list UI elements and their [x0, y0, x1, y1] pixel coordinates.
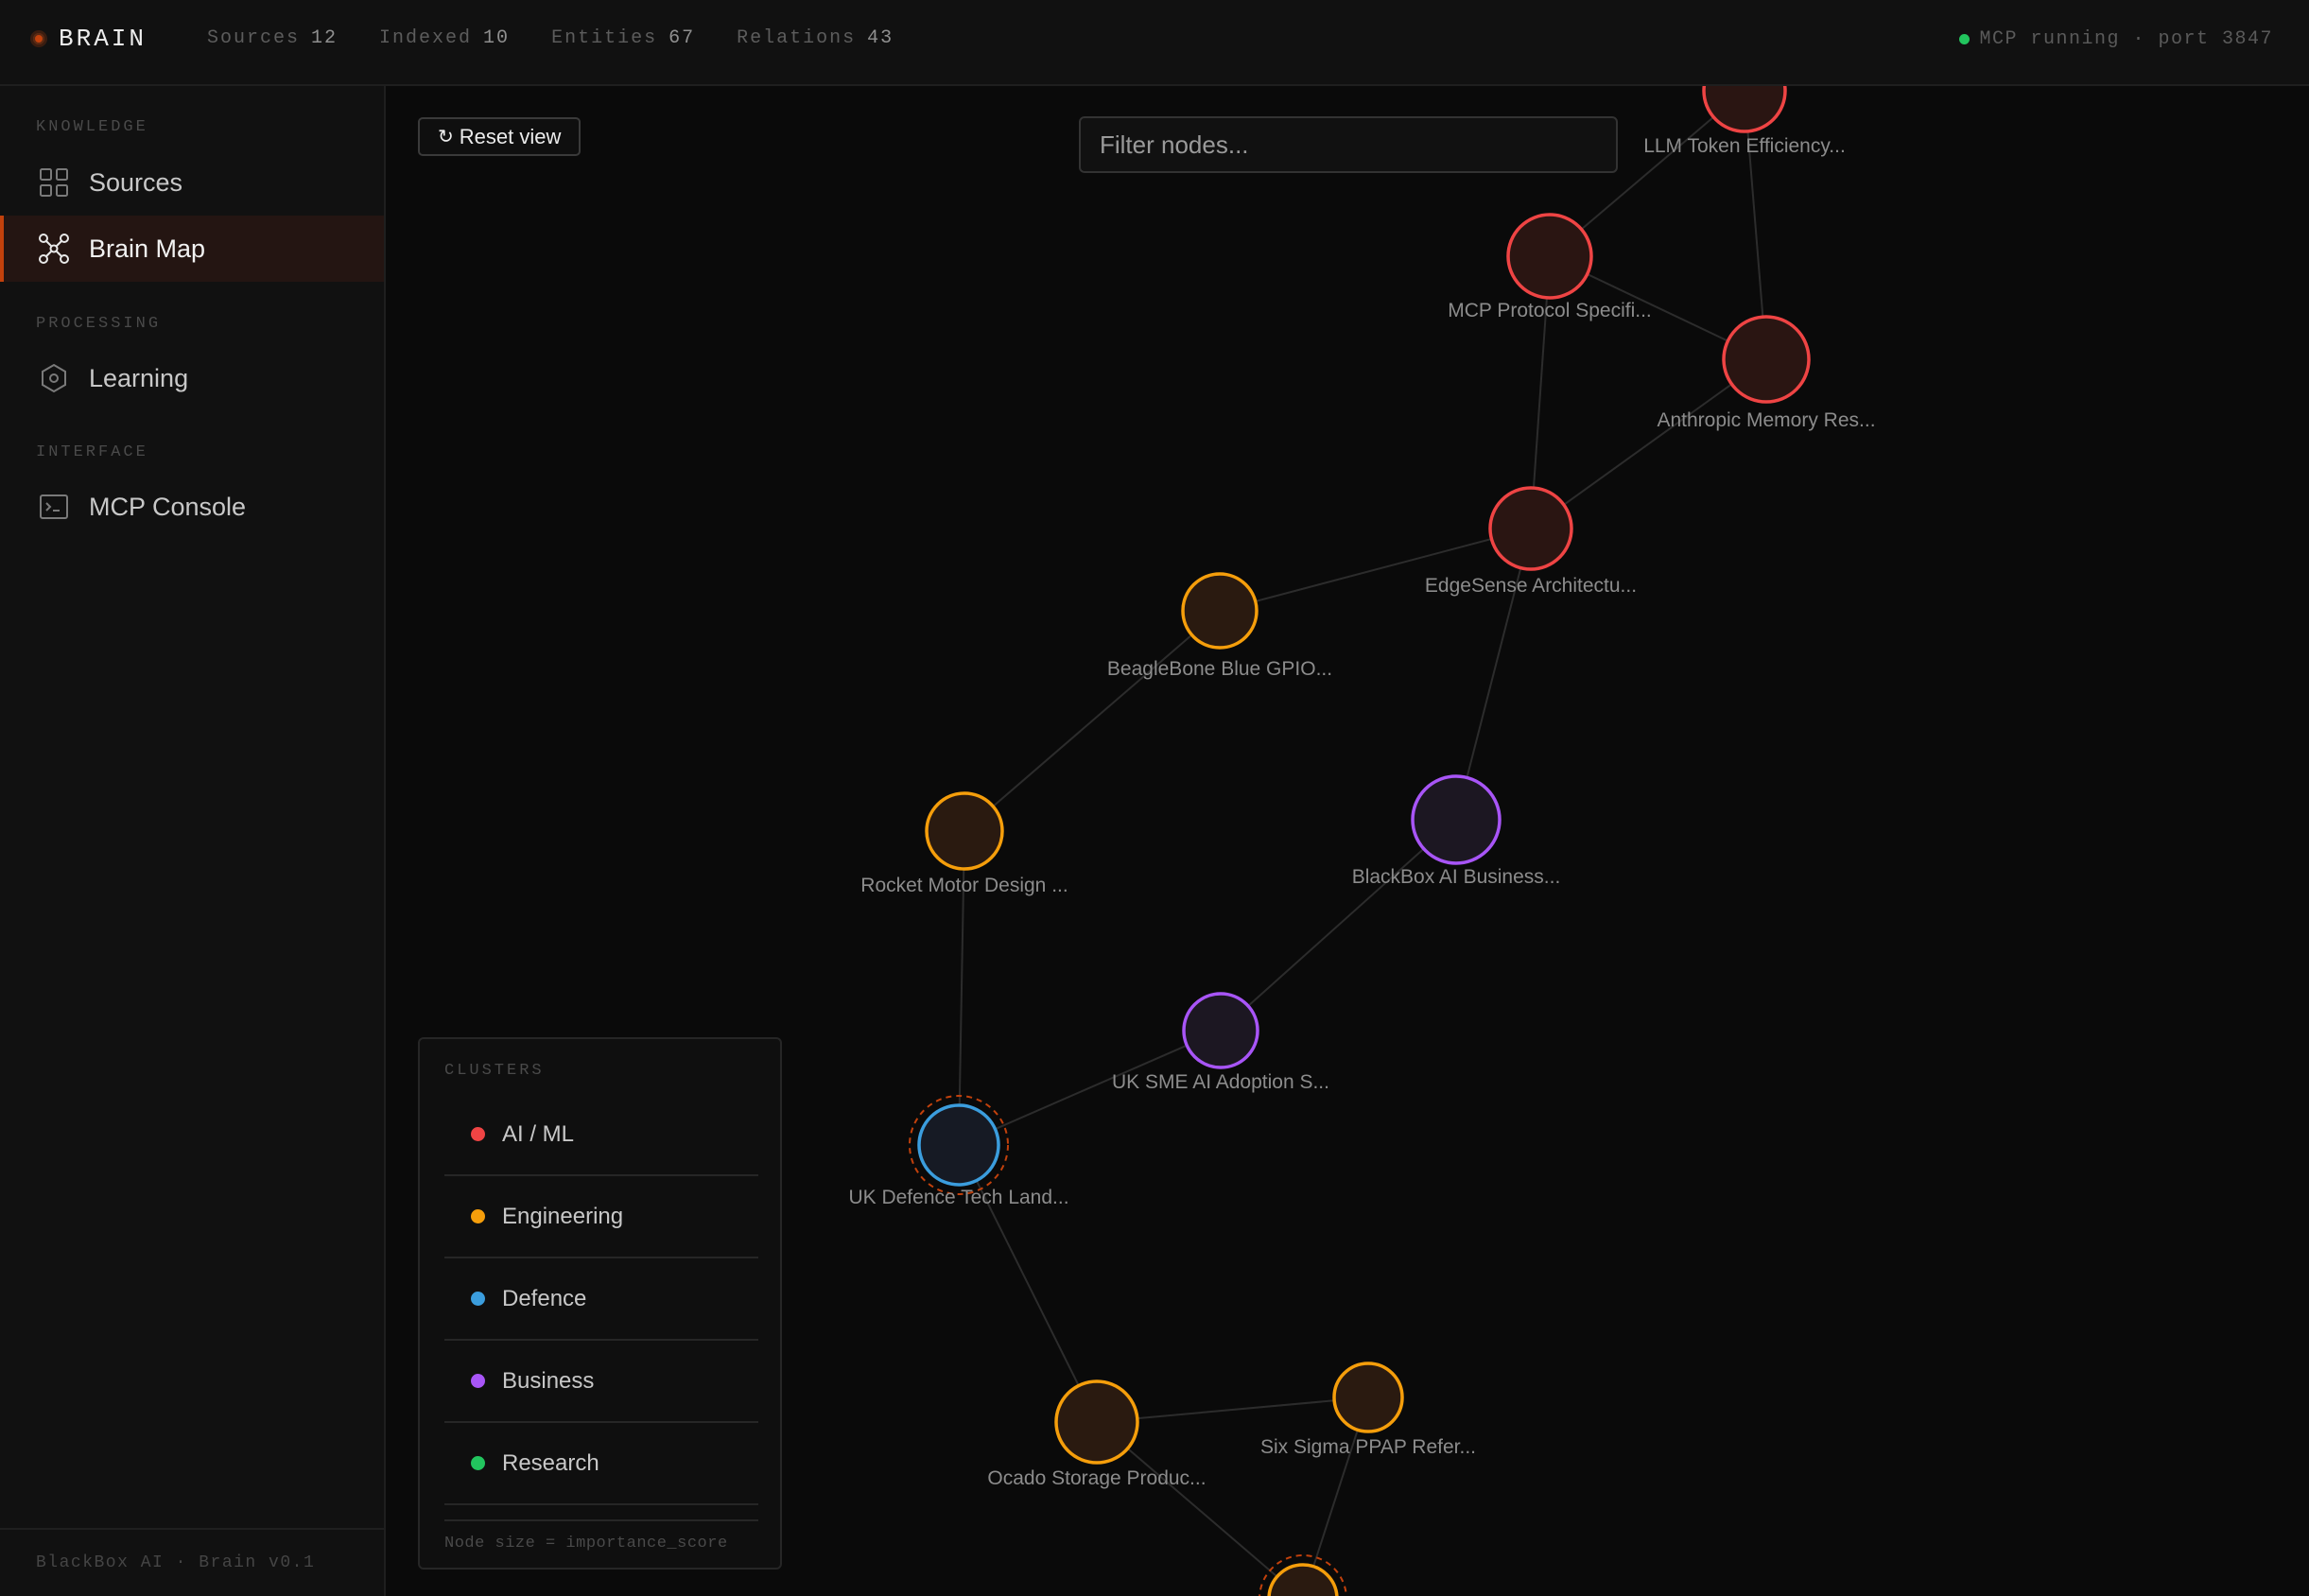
- brand[interactable]: BRAIN: [30, 25, 147, 53]
- cluster-dot-icon: [471, 1374, 485, 1388]
- grid-icon: [38, 166, 70, 199]
- cluster-dot-icon: [471, 1209, 485, 1223]
- brain-map-canvas[interactable]: LLM Token Efficiency... MCP Protocol Spec…: [388, 86, 2309, 1596]
- node-circle[interactable]: [917, 1103, 1000, 1187]
- cluster-dot-icon: [471, 1456, 485, 1470]
- stat-entities: Entities 67: [551, 27, 696, 49]
- node-circle[interactable]: [1054, 1379, 1139, 1465]
- section-label-processing: PROCESSING: [36, 315, 162, 333]
- graph-node[interactable]: Six Sigma PPAP Refer...: [1260, 1362, 1476, 1458]
- legend-title: CLUSTERS: [444, 1062, 545, 1080]
- filter-nodes-input[interactable]: [1079, 116, 1618, 173]
- graph-node[interactable]: MCP Protocol Specifi...: [1448, 213, 1652, 321]
- legend-item-business[interactable]: Business: [444, 1341, 758, 1423]
- node-label: Six Sigma PPAP Refer...: [1260, 1436, 1476, 1458]
- node-label: MCP Protocol Specifi...: [1448, 300, 1652, 321]
- stat-indexed: Indexed 10: [379, 27, 511, 49]
- legend-item-research[interactable]: Research: [444, 1423, 758, 1505]
- node-circle[interactable]: [1411, 774, 1502, 865]
- brand-logo-icon: [30, 30, 47, 47]
- sidebar-item-label: Learning: [89, 363, 189, 392]
- graph-node[interactable]: [1259, 1554, 1347, 1596]
- node-label: UK SME AI Adoption S...: [1112, 1071, 1329, 1093]
- node-label: Rocket Motor Design ...: [860, 875, 1068, 896]
- hexagon-icon: [38, 362, 70, 394]
- sidebar-item-mcp-console[interactable]: MCP Console: [0, 474, 384, 540]
- cluster-dot-icon: [471, 1292, 485, 1306]
- sidebar-item-sources[interactable]: Sources: [0, 149, 384, 216]
- mcp-status: MCP running · port 3847: [1959, 28, 2273, 50]
- node-circle[interactable]: [1722, 315, 1811, 404]
- sidebar-item-label: Sources: [89, 167, 183, 197]
- legend-item-engineering[interactable]: Engineering: [444, 1176, 758, 1258]
- network-icon: [38, 233, 70, 265]
- stat-sources: Sources 12: [207, 27, 339, 49]
- node-circle[interactable]: [1488, 486, 1573, 571]
- graph-node[interactable]: Ocado Storage Produc...: [987, 1379, 1207, 1489]
- stats-bar: Sources 12 Indexed 10 Entities 67 Relations…: [207, 27, 894, 49]
- legend-item-ai-ml[interactable]: AI / ML: [444, 1094, 758, 1176]
- graph-node[interactable]: UK SME AI Adoption S...: [1112, 992, 1329, 1093]
- node-circle[interactable]: [1506, 213, 1593, 300]
- graph-edge: [1220, 819, 1457, 1032]
- graph-node[interactable]: LLM Token Efficiency...: [1643, 86, 1846, 157]
- sidebar-footer: BlackBox AI · Brain v0.1: [0, 1528, 384, 1596]
- node-label: Ocado Storage Produc...: [987, 1467, 1206, 1489]
- graph-node[interactable]: BlackBox AI Business...: [1352, 774, 1561, 888]
- terminal-icon: [38, 491, 70, 523]
- legend-item-defence[interactable]: Defence: [444, 1258, 758, 1341]
- stat-relations: Relations 43: [737, 27, 894, 49]
- graph-node[interactable]: Anthropic Memory Res...: [1657, 315, 1876, 431]
- sidebar-item-label: Brain Map: [89, 234, 206, 263]
- node-circle[interactable]: [1332, 1362, 1404, 1433]
- graph-edge: [1219, 528, 1532, 612]
- node-label: BlackBox AI Business...: [1352, 866, 1561, 888]
- reset-view-button[interactable]: ↻ Reset view: [418, 117, 582, 156]
- node-label: EdgeSense Architectu...: [1425, 575, 1637, 597]
- sidebar-item-brain-map[interactable]: Brain Map: [0, 216, 384, 282]
- sidebar-item-learning[interactable]: Learning: [0, 345, 384, 411]
- node-circle[interactable]: [925, 791, 1004, 871]
- legend-label: Research: [502, 1449, 599, 1476]
- status-dot-icon: [1959, 34, 1970, 44]
- node-label: BeagleBone Blue GPIO...: [1107, 658, 1332, 680]
- clusters-legend: CLUSTERS AI / ML Engineering Defence Bus…: [418, 1037, 782, 1570]
- graph-node[interactable]: EdgeSense Architectu...: [1425, 486, 1637, 597]
- graph-nodes: LLM Token Efficiency... MCP Protocol Spec…: [848, 86, 1876, 1596]
- legend-label: AI / ML: [502, 1120, 575, 1147]
- node-circle[interactable]: [1267, 1563, 1339, 1596]
- mcp-status-text: MCP running · port 3847: [1979, 28, 2273, 50]
- section-label-interface: INTERFACE: [36, 443, 148, 461]
- graph-edge: [964, 610, 1221, 832]
- legend-label: Engineering: [502, 1203, 624, 1229]
- legend-note: Node size = importance_score: [444, 1519, 758, 1553]
- app-name: BRAIN: [59, 25, 148, 53]
- graph-node[interactable]: Rocket Motor Design ...: [860, 791, 1068, 896]
- section-label-knowledge: KNOWLEDGE: [36, 118, 148, 136]
- legend-label: Defence: [502, 1285, 587, 1311]
- node-label: UK Defence Tech Land...: [848, 1187, 1068, 1208]
- top-bar: BRAIN Sources 12 Indexed 10 Entities 67 Rel…: [0, 0, 2309, 86]
- sidebar-item-label: MCP Console: [89, 492, 247, 521]
- node-circle[interactable]: [1181, 572, 1259, 650]
- node-label: Anthropic Memory Res...: [1657, 409, 1875, 431]
- sidebar: KNOWLEDGE Sources Brain Map PROCESSING L…: [0, 86, 386, 1596]
- refresh-icon: ↻: [438, 127, 454, 147]
- cluster-dot-icon: [471, 1127, 485, 1141]
- reset-view-label: Reset view: [459, 124, 562, 148]
- node-circle[interactable]: [1182, 992, 1259, 1069]
- legend-label: Business: [502, 1367, 595, 1394]
- node-label: LLM Token Efficiency...: [1643, 135, 1846, 157]
- graph-node[interactable]: UK Defence Tech Land...: [848, 1095, 1069, 1208]
- node-circle[interactable]: [1702, 86, 1787, 133]
